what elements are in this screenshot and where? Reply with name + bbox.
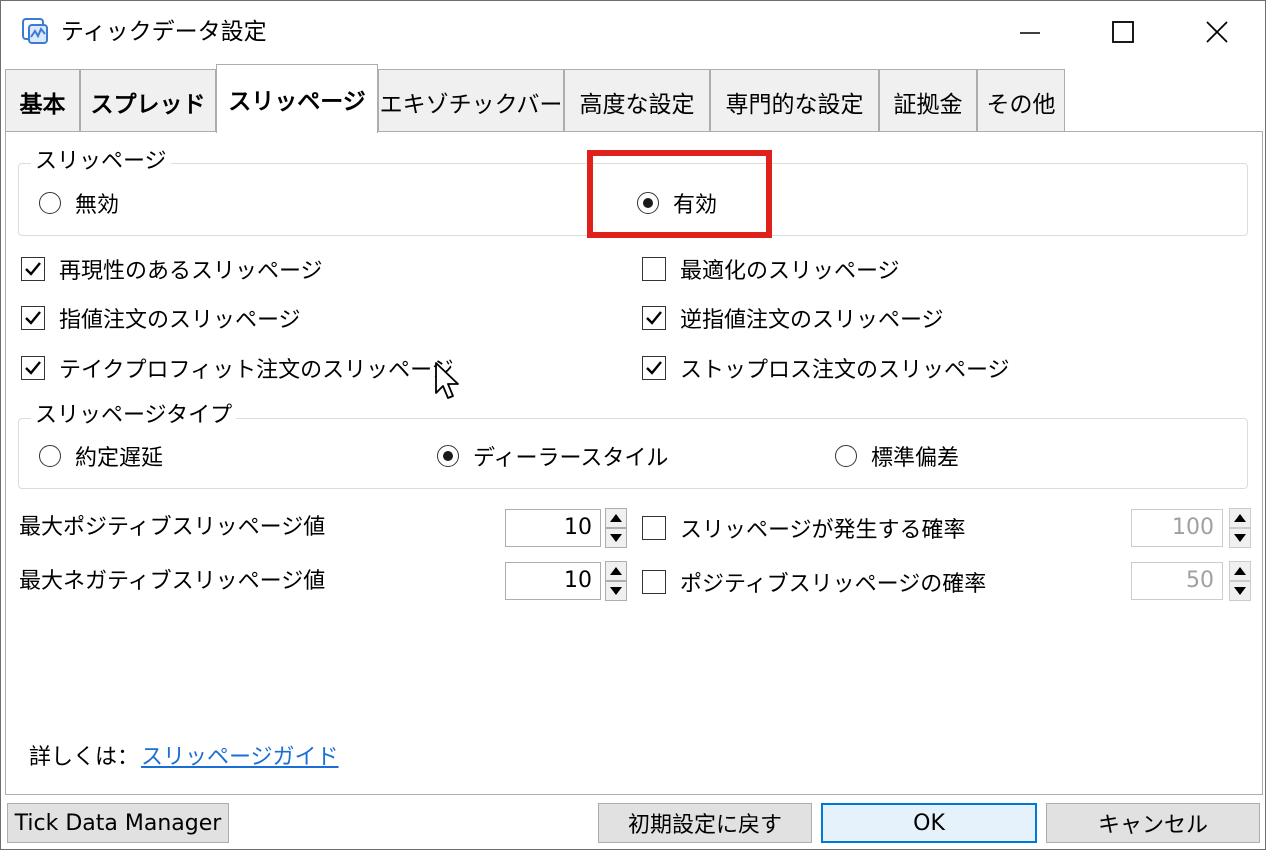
checkbox-label: 最適化のスリッページ bbox=[680, 259, 900, 284]
max-negative-slippage-label: 最大ネガティブスリッページ値 bbox=[19, 569, 326, 594]
max-negative-slippage-input[interactable]: 10 bbox=[505, 562, 601, 600]
arrow-down-icon bbox=[1234, 587, 1246, 595]
positive-slippage-probability-checkbox[interactable]: ポジティブスリッページの確率 bbox=[642, 567, 986, 597]
radio-circle bbox=[835, 445, 857, 467]
take-profit-slippage-checkbox[interactable]: テイクプロフィット注文のスリッページ bbox=[21, 353, 454, 383]
radio-circle bbox=[39, 445, 61, 467]
spin-up-button[interactable] bbox=[1229, 508, 1251, 528]
maximize-button[interactable] bbox=[1077, 7, 1169, 57]
tab-margin[interactable]: 証拠金 bbox=[879, 69, 977, 133]
positive-slippage-probability-spinner bbox=[1229, 561, 1251, 601]
title-bar: ティックデータ設定 bbox=[1, 1, 1265, 63]
minimize-button[interactable] bbox=[984, 7, 1076, 57]
spin-down-button[interactable] bbox=[605, 528, 627, 548]
checkbox-label: 逆指値注文のスリッページ bbox=[680, 308, 944, 333]
ok-button[interactable]: OK bbox=[821, 803, 1037, 843]
checkbox-box bbox=[642, 516, 666, 540]
execution-delay-radio[interactable]: 約定遅延 bbox=[39, 441, 163, 471]
arrow-up-icon bbox=[610, 567, 622, 575]
stop-loss-slippage-checkbox[interactable]: ストップロス注文のスリッページ bbox=[642, 353, 1010, 383]
optimization-slippage-checkbox[interactable]: 最適化のスリッページ bbox=[642, 254, 900, 284]
tab-advanced[interactable]: 高度な設定 bbox=[564, 69, 710, 133]
arrow-down-icon bbox=[610, 534, 622, 542]
spin-up-button[interactable] bbox=[605, 508, 627, 528]
arrow-up-icon bbox=[1234, 514, 1246, 522]
checkbox-box bbox=[21, 257, 45, 281]
checkbox-label: ストップロス注文のスリッページ bbox=[680, 358, 1010, 383]
standard-deviation-radio[interactable]: 標準偏差 bbox=[835, 441, 959, 471]
cancel-button[interactable]: キャンセル bbox=[1046, 803, 1260, 843]
mouse-cursor-icon bbox=[435, 362, 459, 399]
close-icon bbox=[1206, 21, 1228, 43]
reproducible-slippage-checkbox[interactable]: 再現性のあるスリッページ bbox=[21, 254, 323, 284]
arrow-up-icon bbox=[1234, 567, 1246, 575]
checkbox-label: 指値注文のスリッページ bbox=[59, 308, 301, 333]
app-icon bbox=[22, 18, 48, 44]
checkbox-box bbox=[642, 257, 666, 281]
max-positive-slippage-input[interactable]: 10 bbox=[505, 509, 601, 547]
close-button[interactable] bbox=[1171, 7, 1263, 57]
tab-exotic-bar[interactable]: エキゾチックバー bbox=[378, 69, 564, 133]
checkmark-icon bbox=[25, 361, 41, 375]
slippage-type-legend: スリッページタイプ bbox=[31, 403, 237, 429]
spin-down-button[interactable] bbox=[605, 581, 627, 601]
max-positive-spinner bbox=[605, 508, 627, 548]
slippage-probability-input[interactable]: 100 bbox=[1131, 509, 1223, 547]
radio-circle-checked bbox=[437, 445, 459, 467]
spin-up-button[interactable] bbox=[1229, 561, 1251, 581]
checkbox-label: 再現性のあるスリッページ bbox=[59, 259, 323, 284]
radio-circle bbox=[39, 192, 61, 214]
dealer-style-radio[interactable]: ディーラースタイル bbox=[437, 441, 668, 471]
limit-order-slippage-checkbox[interactable]: 指値注文のスリッページ bbox=[21, 303, 301, 333]
radio-label: 約定遅延 bbox=[75, 446, 164, 471]
max-negative-spinner bbox=[605, 561, 627, 601]
dialog-window: ティックデータ設定 基本 スプレッド スリッページ エキゾチックバー 高度な設定… bbox=[0, 0, 1266, 850]
tab-basic[interactable]: 基本 bbox=[5, 69, 80, 133]
tab-strip: 基本 スプレッド スリッページ エキゾチックバー 高度な設定 専門的な設定 証拠… bbox=[5, 64, 1263, 133]
highlight-box bbox=[587, 150, 772, 238]
tab-expert[interactable]: 専門的な設定 bbox=[710, 69, 879, 133]
checkbox-box bbox=[642, 356, 666, 380]
checkmark-icon bbox=[646, 361, 662, 375]
checkmark-icon bbox=[25, 262, 41, 276]
radio-label: 標準偏差 bbox=[871, 446, 960, 471]
radio-label: ディーラースタイル bbox=[473, 446, 669, 471]
checkbox-box bbox=[21, 356, 45, 380]
arrow-down-icon bbox=[1234, 534, 1246, 542]
slippage-probability-spinner bbox=[1229, 508, 1251, 548]
spin-down-button[interactable] bbox=[1229, 581, 1251, 601]
spin-up-button[interactable] bbox=[605, 561, 627, 581]
tab-spread[interactable]: スプレッド bbox=[80, 69, 216, 133]
checkmark-icon bbox=[646, 311, 662, 325]
window-title: ティックデータ設定 bbox=[61, 19, 267, 45]
tab-slippage[interactable]: スリッページ bbox=[216, 64, 378, 133]
slippage-group-legend: スリッページ bbox=[31, 149, 171, 175]
max-positive-slippage-label: 最大ポジティブスリッページ値 bbox=[19, 515, 326, 540]
tick-data-manager-button[interactable]: Tick Data Manager bbox=[7, 803, 229, 843]
checkbox-label: スリッページが発生する確率 bbox=[680, 518, 966, 543]
checkbox-box bbox=[642, 306, 666, 330]
reset-defaults-button[interactable]: 初期設定に戻す bbox=[598, 803, 812, 843]
checkmark-icon bbox=[25, 311, 41, 325]
slippage-guide-link[interactable]: スリッページガイド bbox=[141, 743, 339, 773]
more-info-label: 詳しくは： bbox=[29, 745, 140, 770]
spin-down-button[interactable] bbox=[1229, 528, 1251, 548]
arrow-down-icon bbox=[610, 587, 622, 595]
maximize-icon bbox=[1112, 21, 1134, 43]
slippage-disabled-radio[interactable]: 無効 bbox=[39, 188, 119, 218]
checkbox-box bbox=[21, 306, 45, 330]
checkbox-label: テイクプロフィット注文のスリッページ bbox=[59, 358, 454, 383]
radio-label: 無効 bbox=[75, 193, 120, 218]
arrow-up-icon bbox=[610, 514, 622, 522]
stop-order-slippage-checkbox[interactable]: 逆指値注文のスリッページ bbox=[642, 303, 944, 333]
checkbox-label: ポジティブスリッページの確率 bbox=[680, 572, 987, 597]
slippage-probability-checkbox[interactable]: スリッページが発生する確率 bbox=[642, 513, 966, 543]
tab-other[interactable]: その他 bbox=[977, 69, 1065, 133]
minimize-icon bbox=[1020, 32, 1040, 34]
checkbox-box bbox=[642, 570, 666, 594]
positive-slippage-probability-input[interactable]: 50 bbox=[1131, 562, 1223, 600]
